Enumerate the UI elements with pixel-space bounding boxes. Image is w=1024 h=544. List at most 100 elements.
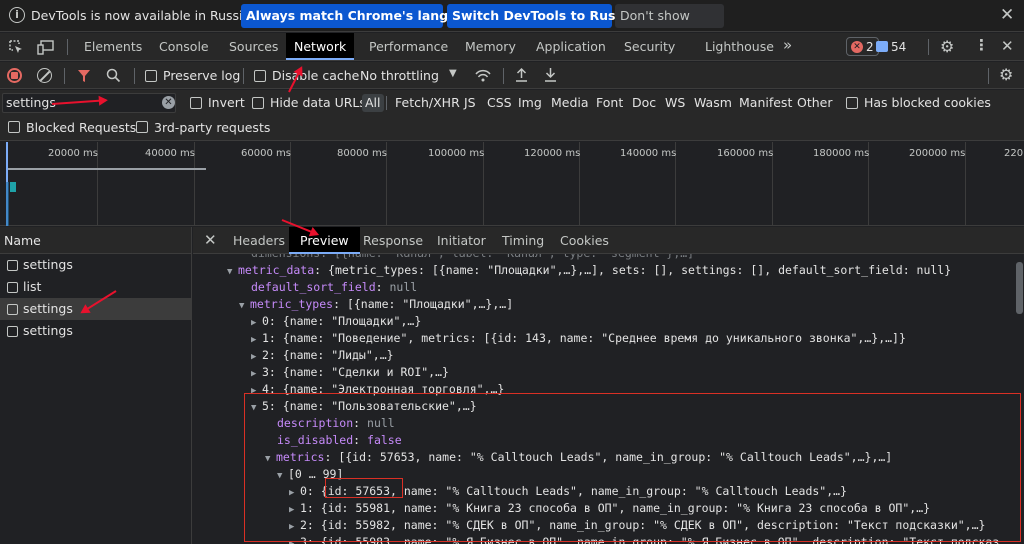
- request-row[interactable]: list: [0, 276, 191, 298]
- filter-type-css[interactable]: CSS: [487, 94, 512, 112]
- tab-network[interactable]: Network: [286, 33, 355, 60]
- tree-node[interactable]: ▶ 3: {name: "Сделки и ROI",…}: [251, 364, 449, 381]
- filter-type-all[interactable]: All: [362, 94, 384, 112]
- tab-cookies[interactable]: Cookies: [560, 227, 609, 254]
- filter-type-other[interactable]: Other: [797, 94, 833, 112]
- has-blocked-cookies-checkbox[interactable]: [846, 97, 858, 109]
- tree-item: 3: {name: "Сделки и ROI",…}: [262, 365, 449, 379]
- close-detail-icon[interactable]: ✕: [204, 227, 217, 254]
- tab-timing[interactable]: Timing: [502, 227, 544, 254]
- blocked-requests-checkbox[interactable]: [8, 121, 20, 133]
- expanded-triangle-icon[interactable]: ▼: [239, 298, 250, 315]
- tab-performance[interactable]: Performance: [369, 33, 448, 60]
- expanded-triangle-icon[interactable]: ▼: [227, 264, 238, 281]
- highlight-box-id: [325, 478, 403, 498]
- timeline-tick: 60000 ms: [241, 148, 291, 159]
- request-checkbox[interactable]: [7, 281, 18, 293]
- name-column-header[interactable]: Name: [0, 227, 191, 254]
- chevron-down-icon[interactable]: ▼: [449, 68, 457, 79]
- filter-type-js[interactable]: JS: [464, 94, 476, 112]
- request-checkbox[interactable]: [7, 259, 18, 271]
- tree-value: null: [389, 280, 418, 294]
- filter-type-img[interactable]: Img: [518, 94, 542, 112]
- tree-line-cut: dimensions: [{name: "Канал", label: "Кан…: [251, 254, 694, 262]
- switch-language-button[interactable]: Switch DevTools to Russian: [447, 4, 645, 28]
- more-tabs-icon[interactable]: »: [783, 36, 792, 54]
- tree-node[interactable]: ▶ 0: {name: "Площадки",…}: [251, 313, 421, 330]
- tree-item: 1: {name: "Поведение", metrics: [{id: 14…: [262, 331, 906, 345]
- tree-key: metric_data: [238, 263, 315, 277]
- record-icon[interactable]: [7, 68, 22, 83]
- tab-sources[interactable]: Sources: [229, 33, 278, 60]
- tab-lighthouse[interactable]: Lighthouse: [705, 33, 774, 60]
- device-toolbar-icon[interactable]: [37, 40, 54, 55]
- tree-node[interactable]: ▶ 2: {name: "Лиды",…}: [251, 347, 394, 364]
- preserve-log-label: Preserve log: [163, 68, 241, 83]
- network-settings-gear-icon[interactable]: ⚙: [999, 65, 1013, 84]
- close-devtools-icon[interactable]: ✕: [1001, 37, 1014, 55]
- filter-type-ws[interactable]: WS: [665, 94, 685, 112]
- import-har-icon[interactable]: [514, 67, 529, 83]
- tree-item: 0: {name: "Площадки",…}: [262, 314, 422, 328]
- tab-initiator[interactable]: Initiator: [437, 227, 486, 254]
- request-name: settings: [23, 301, 73, 316]
- request-row[interactable]: settings: [0, 254, 191, 276]
- hide-data-urls-checkbox[interactable]: [252, 97, 264, 109]
- preserve-log-checkbox[interactable]: [145, 70, 157, 82]
- more-options-icon[interactable]: ⋮: [974, 36, 989, 54]
- tree-item: 2: {name: "Лиды",…}: [262, 348, 394, 362]
- invert-checkbox[interactable]: [190, 97, 202, 109]
- tab-security[interactable]: Security: [624, 33, 675, 60]
- tab-console[interactable]: Console: [159, 33, 209, 60]
- tab-memory[interactable]: Memory: [465, 33, 516, 60]
- messages-badge[interactable]: 54: [872, 37, 910, 56]
- request-row[interactable]: settings: [0, 320, 191, 342]
- tab-headers[interactable]: Headers: [233, 227, 285, 254]
- filter-bar: settings ✕ Invert Hide data URLs All Fet…: [0, 90, 1024, 116]
- tab-elements[interactable]: Elements: [84, 33, 142, 60]
- preview-scrollbar-thumb[interactable]: [1016, 262, 1023, 314]
- request-checkbox[interactable]: [7, 303, 18, 315]
- third-party-label: 3rd-party requests: [154, 120, 271, 135]
- export-har-icon[interactable]: [543, 67, 558, 83]
- clear-filter-icon[interactable]: ✕: [162, 96, 175, 109]
- disable-cache-label: Disable cache: [272, 68, 360, 83]
- filter-type-media[interactable]: Media: [551, 94, 589, 112]
- tree-value: [{name: "Площадки",…},…]: [346, 297, 514, 311]
- info-icon: i: [9, 7, 25, 23]
- tab-preview[interactable]: Preview: [289, 227, 360, 254]
- tree-node[interactable]: ▶ 1: {name: "Поведение", metrics: [{id: 1…: [251, 330, 906, 347]
- tree-node[interactable]: ▼ metric_data: {metric_types: [{name: "Пл…: [227, 262, 951, 279]
- tab-application[interactable]: Application: [536, 33, 606, 60]
- request-name: settings: [23, 323, 73, 338]
- filter-type-manifest[interactable]: Manifest: [739, 94, 792, 112]
- request-checkbox[interactable]: [7, 325, 18, 337]
- network-overview-timeline[interactable]: 20000 ms 40000 ms 60000 ms 80000 ms 1000…: [0, 142, 1024, 226]
- dont-show-again-button[interactable]: Don't show again: [615, 4, 724, 47]
- filter-icon[interactable]: [77, 69, 91, 83]
- messages-count: 54: [891, 39, 907, 54]
- filter-type-font[interactable]: Font: [596, 94, 623, 112]
- throttling-select[interactable]: No throttling: [360, 68, 439, 83]
- clear-icon[interactable]: [37, 68, 52, 83]
- inspect-element-icon[interactable]: [9, 40, 24, 55]
- filter-input[interactable]: settings: [2, 93, 176, 113]
- third-party-checkbox[interactable]: [136, 121, 148, 133]
- settings-gear-icon[interactable]: ⚙: [940, 37, 954, 56]
- tree-value: {metric_types: [{name: "Площадки",…},…],…: [328, 263, 952, 277]
- filter-type-wasm[interactable]: Wasm: [694, 94, 732, 112]
- disable-cache-checkbox[interactable]: [254, 70, 266, 82]
- tree-node[interactable]: ▼ metric_types: [{name: "Площадки",…},…]: [239, 296, 513, 313]
- timeline-tick: 40000 ms: [145, 148, 195, 159]
- blocked-requests-label: Blocked Requests: [26, 120, 137, 135]
- filter-type-fetch-xhr[interactable]: Fetch/XHR: [395, 94, 460, 112]
- match-language-button[interactable]: Always match Chrome's language: [241, 4, 483, 28]
- close-icon[interactable]: ✕: [1000, 5, 1014, 25]
- timeline-tick: 200000 ms: [909, 148, 966, 159]
- search-icon[interactable]: [106, 68, 121, 83]
- infobar-message: DevTools is now available in Russian!: [31, 8, 264, 23]
- filter-type-doc[interactable]: Doc: [632, 94, 656, 112]
- tab-response[interactable]: Response: [363, 227, 423, 254]
- highlight-box-custom-metrics: [244, 393, 1021, 542]
- network-conditions-icon[interactable]: [474, 68, 492, 83]
